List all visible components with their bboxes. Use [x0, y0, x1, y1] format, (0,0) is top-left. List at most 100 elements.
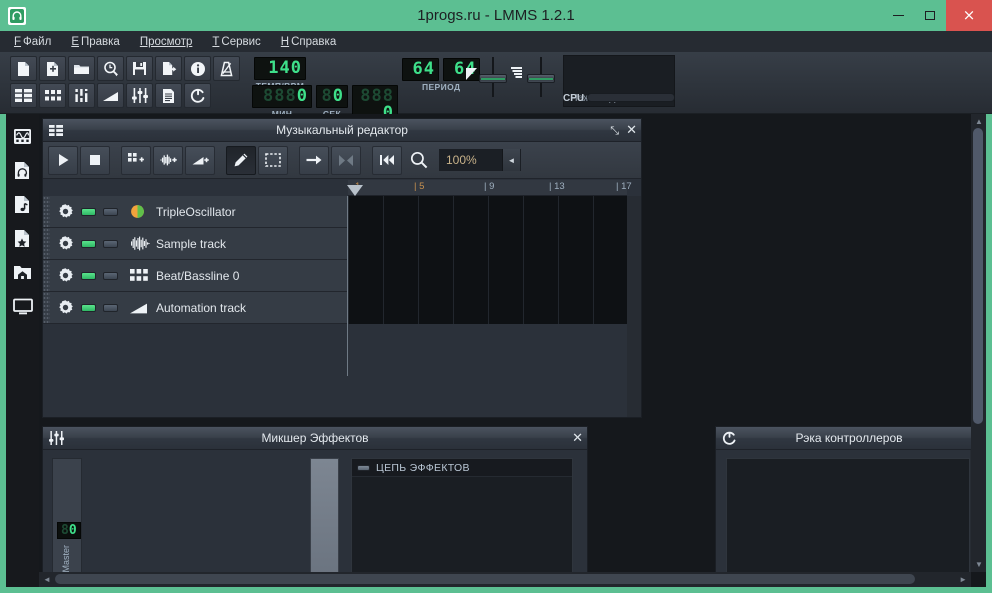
pattern-grid[interactable]	[348, 196, 627, 324]
triple-oscillator-icon[interactable]	[128, 202, 150, 222]
add-sample-track-button[interactable]	[153, 145, 183, 175]
mute-button[interactable]	[81, 303, 96, 312]
add-automation-track-button[interactable]	[185, 145, 215, 175]
sidebar-root-directory[interactable]	[12, 296, 33, 317]
new-from-template-button[interactable]	[39, 56, 66, 81]
scroll-right-arrow[interactable]: ►	[959, 575, 967, 584]
sidebar-my-samples[interactable]	[12, 160, 33, 181]
track-name[interactable]: Sample track	[156, 237, 226, 251]
menu-edit[interactable]: E Правка	[71, 36, 120, 48]
automation-ramp-icon[interactable]	[128, 298, 150, 318]
fx-master-fader[interactable]	[310, 458, 339, 576]
export-button[interactable]	[155, 56, 182, 81]
sidebar-my-home[interactable]	[12, 262, 33, 283]
behaviour-step-button[interactable]	[331, 145, 361, 175]
piano-roll-button[interactable]	[68, 83, 95, 108]
workspace-horizontal-thumb[interactable]	[55, 574, 915, 584]
timeline-ruler[interactable]: 1 | 5 | 9 | 13 | 17	[347, 180, 632, 196]
chevron-down-icon[interactable]: ◄	[502, 149, 520, 171]
menu-file[interactable]: F Файл	[14, 36, 51, 48]
scroll-up-arrow[interactable]: ▲	[975, 117, 983, 126]
fx-mixer-titlebar[interactable]: Микшер Эффектов ✕	[43, 427, 587, 450]
metronome-button[interactable]	[213, 56, 240, 81]
zoom-level-value: 100%	[440, 149, 502, 171]
solo-button[interactable]	[103, 271, 118, 280]
track-drag-handle[interactable]	[43, 196, 50, 227]
sidebar-my-projects[interactable]	[12, 228, 33, 249]
track-name[interactable]: Automation track	[156, 301, 246, 315]
song-editor-button[interactable]	[10, 83, 37, 108]
rewind-to-start-button[interactable]	[372, 145, 402, 175]
project-notes-panel-button[interactable]	[155, 83, 182, 108]
toolbar-row-2	[10, 83, 240, 108]
fx-channel-master[interactable]: 80 Master	[52, 458, 82, 576]
select-mode-button[interactable]	[258, 145, 288, 175]
fx-mixer-button[interactable]	[126, 83, 153, 108]
open-project-button[interactable]	[68, 56, 95, 81]
song-editor-window-buttons: ⤡ ✕	[610, 119, 637, 142]
track-drag-handle[interactable]	[43, 228, 50, 259]
mute-button[interactable]	[81, 271, 96, 280]
master-volume-slider[interactable]	[478, 57, 508, 109]
track-drag-handle[interactable]	[43, 260, 50, 291]
workspace-vertical-thumb[interactable]	[973, 128, 983, 424]
close-button[interactable]: ×	[946, 0, 992, 31]
song-editor-vertical-scrollbar[interactable]	[627, 196, 641, 417]
song-editor-title: Музыкальный редактор	[276, 123, 408, 137]
save-project-button[interactable]	[126, 56, 153, 81]
zoom-level-combobox[interactable]: 100% ◄	[439, 149, 521, 171]
menu-tools[interactable]: T Сервис	[212, 36, 260, 48]
menu-edit-mnemonic: E	[71, 35, 79, 48]
solo-button[interactable]	[103, 303, 118, 312]
solo-button[interactable]	[103, 207, 118, 216]
close-icon[interactable]: ✕	[572, 432, 583, 445]
new-project-button[interactable]	[10, 56, 37, 81]
master-pitch-slider[interactable]	[526, 57, 556, 109]
zoom-icon	[404, 146, 434, 175]
sample-waveform-icon[interactable]	[128, 234, 150, 254]
song-editor-titlebar[interactable]: Музыкальный редактор ⤡ ✕	[43, 119, 641, 142]
track-name[interactable]: Beat/Bassline 0	[156, 269, 239, 283]
sidebar-my-presets[interactable]	[12, 194, 33, 215]
project-notes-button[interactable]	[184, 56, 211, 81]
mute-button[interactable]	[81, 207, 96, 216]
mute-button[interactable]	[81, 239, 96, 248]
gear-icon[interactable]	[56, 235, 74, 253]
gear-icon[interactable]	[56, 203, 74, 221]
menu-help[interactable]: H Справка	[281, 36, 336, 48]
scroll-down-arrow[interactable]: ▼	[975, 560, 983, 569]
restore-icon[interactable]: ⤡	[610, 125, 619, 136]
controller-list[interactable]	[726, 458, 970, 575]
maximize-button[interactable]	[914, 0, 946, 31]
fx-chain-header[interactable]: ЦЕПЬ ЭФФЕКТОВ	[352, 459, 572, 477]
close-icon[interactable]: ✕	[626, 124, 637, 137]
gear-icon[interactable]	[56, 299, 74, 317]
master-volume-icon	[462, 64, 479, 87]
beat-grid-icon[interactable]	[128, 266, 150, 286]
controller-rack-titlebar[interactable]: Рэка контроллеров	[716, 427, 982, 450]
minimize-button[interactable]	[882, 0, 914, 31]
loop-points-button[interactable]	[299, 145, 329, 175]
play-button[interactable]	[48, 145, 78, 175]
scrollbar-corner	[971, 572, 986, 587]
menu-view[interactable]: Просмотр	[140, 36, 193, 48]
beat-bassline-editor-button[interactable]	[39, 83, 66, 108]
sidebar-instrument-plugins[interactable]	[12, 126, 33, 147]
controller-rack-button[interactable]	[184, 83, 211, 108]
track-drag-handle[interactable]	[43, 292, 50, 323]
tempo-value: 140	[254, 57, 306, 80]
scroll-left-arrow[interactable]: ◄	[43, 575, 51, 584]
recently-opened-button[interactable]	[97, 56, 124, 81]
track-name[interactable]: TripleOscillator	[156, 205, 236, 219]
empty-grid-area[interactable]	[348, 324, 627, 404]
automation-editor-button[interactable]	[97, 83, 124, 108]
add-beat-bassline-button[interactable]	[121, 145, 151, 175]
gear-icon[interactable]	[56, 267, 74, 285]
workspace-horizontal-scrollbar[interactable]: ◄ ►	[39, 572, 971, 587]
workspace-vertical-scrollbar[interactable]: ▲ ▼	[971, 114, 986, 572]
draw-mode-button[interactable]	[226, 145, 256, 175]
fx-chain-enable-led[interactable]	[357, 464, 370, 471]
solo-button[interactable]	[103, 239, 118, 248]
stop-button[interactable]	[80, 145, 110, 175]
playhead-marker[interactable]	[347, 185, 363, 196]
